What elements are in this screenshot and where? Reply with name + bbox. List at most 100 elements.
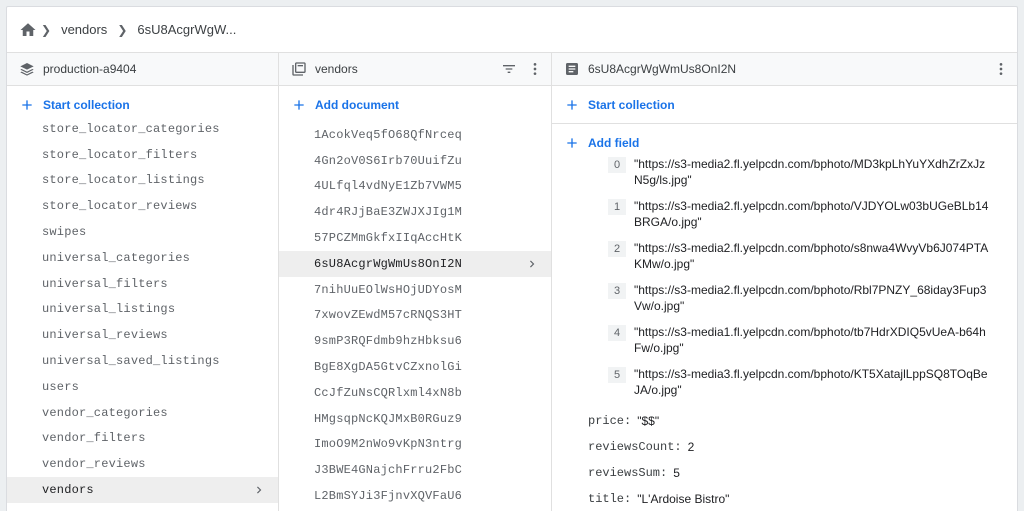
document-item[interactable]: L2BmSYJi3FjnvXQVFaU6 xyxy=(279,483,551,509)
item-label: 6sU8AcgrWgWmUs8OnI2N xyxy=(314,256,463,271)
more-vert-icon[interactable] xyxy=(991,59,1011,79)
scalar-fields: price: "$$" reviewsCount: 2 reviewsSum: 5 titl… xyxy=(588,408,1005,511)
collection-item[interactable]: universal_filters xyxy=(7,271,278,297)
home-icon[interactable] xyxy=(19,21,37,39)
document-item[interactable]: 4dr4RJjBaE3ZWJXJIg1M xyxy=(279,199,551,225)
array-item[interactable]: 0 "https://s3-media2.fl.yelpcdn.com/bphot… xyxy=(608,156,1005,188)
collection-item[interactable]: universal_categories xyxy=(7,245,278,271)
more-vert-icon[interactable] xyxy=(525,59,545,79)
item-label: J3BWE4GNajchFrru2FbC xyxy=(314,463,463,478)
document-item[interactable]: CcJfZuNsCQRlxml4xN8b xyxy=(279,380,551,406)
start-subcollection-button[interactable]: Start collection xyxy=(552,86,1017,124)
document-item[interactable]: 7nihUuEOlWsHOjUDYosM xyxy=(279,277,551,303)
field-key: reviewsSum: xyxy=(588,466,668,480)
document-header: 6sU8AcgrWgWmUs8OnI2N xyxy=(552,53,1017,86)
collection-item[interactable]: store_locator_listings xyxy=(7,168,278,194)
collection-item[interactable]: universal_saved_listings xyxy=(7,348,278,374)
item-label: 4ULfql4vdNyE1Zb7VWM5 xyxy=(314,179,463,194)
item-label: users xyxy=(42,379,80,394)
collection-item[interactable]: users xyxy=(7,374,278,400)
item-label: 7xwovZEwdM57cRNQS3HT xyxy=(314,308,463,323)
item-label: 7nihUuEOlWsHOjUDYosM xyxy=(314,282,463,297)
collection-item[interactable]: vendor_categories xyxy=(7,400,278,426)
add-document-button[interactable]: Add document xyxy=(279,86,551,124)
chevron-right-icon xyxy=(525,257,539,271)
array-value: "https://s3-media2.fl.yelpcdn.com/bphoto… xyxy=(634,241,989,271)
array-index: 5 xyxy=(608,367,626,383)
start-collection-label: Start collection xyxy=(43,98,130,112)
field-row[interactable]: price: "$$" xyxy=(588,408,1005,434)
add-document-label: Add document xyxy=(315,98,399,112)
root-header: production-a9404 xyxy=(7,53,278,86)
field-value: "$$" xyxy=(637,414,660,428)
field-row[interactable]: reviewsCount: 2 xyxy=(588,434,1005,460)
collection-header: vendors xyxy=(279,53,551,86)
plus-icon xyxy=(294,100,304,110)
add-field-label: Add field xyxy=(588,136,640,150)
document-item[interactable]: 7xwovZEwdM57cRNQS3HT xyxy=(279,303,551,329)
document-item[interactable]: HMgsqpNcKQJMxB0RGuz9 xyxy=(279,406,551,432)
document-item[interactable]: BgE8XgDA5GtvCZxnolGi xyxy=(279,354,551,380)
field-value: 2 xyxy=(687,440,695,454)
item-label: vendor_filters xyxy=(42,431,146,446)
array-index: 0 xyxy=(608,157,626,173)
filter-icon[interactable] xyxy=(499,59,519,79)
plus-icon xyxy=(567,99,577,110)
collection-item[interactable]: swipes xyxy=(7,219,278,245)
field-value: "L'Ardoise Bistro" xyxy=(637,492,730,506)
collection-item[interactable]: vendor_filters xyxy=(7,426,278,452)
document-column: 6sU8AcgrWgWmUs8OnI2N Start collection Ad… xyxy=(552,53,1017,511)
item-label: 4dr4RJjBaE3ZWJXJIg1M xyxy=(314,205,463,220)
collection-item[interactable]: universal_reviews xyxy=(7,322,278,348)
collection-list: store_locator_categories store_locator_fi… xyxy=(7,116,278,503)
plus-icon xyxy=(567,138,577,148)
array-item[interactable]: 4 "https://s3-media1.fl.yelpcdn.com/bphot… xyxy=(608,324,1005,356)
array-value: "https://s3-media1.fl.yelpcdn.com/bphoto… xyxy=(634,325,986,355)
field-row[interactable]: reviewsSum: 5 xyxy=(588,460,1005,486)
collection-item[interactable]: store_locator_reviews xyxy=(7,193,278,219)
breadcrumb: ❯ vendors ❯ 6sU8AcgrWgW... xyxy=(7,7,1017,53)
collection-item[interactable]: store_locator_categories xyxy=(7,116,278,142)
array-item[interactable]: 5 "https://s3-media3.fl.yelpcdn.com/bphot… xyxy=(608,366,1005,398)
breadcrumb-document[interactable]: 6sU8AcgrWgW... xyxy=(137,22,236,37)
collection-column: vendors Add document 1AcokVeq5fO68QfNrce… xyxy=(279,53,552,511)
field-list: 0 "https://s3-media2.fl.yelpcdn.com/bphot… xyxy=(552,156,1017,511)
array-item[interactable]: 3 "https://s3-media2.fl.yelpcdn.com/bphot… xyxy=(608,282,1005,314)
chevron-right-icon: ❯ xyxy=(117,22,128,37)
item-label: store_locator_listings xyxy=(42,173,205,188)
breadcrumb-vendors[interactable]: vendors xyxy=(61,22,107,37)
field-key: title: xyxy=(588,492,632,506)
collection-item[interactable]: vendor_reviews xyxy=(7,451,278,477)
item-label: universal_filters xyxy=(42,276,168,291)
document-item[interactable]: ImoO9M2nWo9vKpN3ntrg xyxy=(279,432,551,458)
stack-icon xyxy=(19,61,35,77)
document-list: 1AcokVeq5fO68QfNrceq 4Gn2oV0S6Irb70UuifZu… xyxy=(279,122,551,509)
field-key: reviewsCount: xyxy=(588,440,682,454)
item-label: store_locator_categories xyxy=(42,121,220,136)
collection-item[interactable]: vendors xyxy=(7,477,278,503)
item-label: store_locator_filters xyxy=(42,147,198,162)
document-item[interactable]: 9smP3RQFdmb9hzHbksu6 xyxy=(279,328,551,354)
document-item[interactable]: J3BWE4GNajchFrru2FbC xyxy=(279,457,551,483)
item-label: universal_categories xyxy=(42,250,191,265)
document-icon xyxy=(564,61,580,77)
item-label: store_locator_reviews xyxy=(42,199,198,214)
array-item[interactable]: 1 "https://s3-media2.fl.yelpcdn.com/bphot… xyxy=(608,198,1005,230)
item-label: universal_saved_listings xyxy=(42,354,220,369)
array-item[interactable]: 2 "https://s3-media2.fl.yelpcdn.com/bphot… xyxy=(608,240,1005,272)
document-item[interactable]: 57PCZMmGkfxIIqAccHtK xyxy=(279,225,551,251)
collection-item[interactable]: universal_listings xyxy=(7,297,278,323)
collection-item[interactable]: store_locator_filters xyxy=(7,142,278,168)
document-item[interactable]: 4ULfql4vdNyE1Zb7VWM5 xyxy=(279,174,551,200)
document-item[interactable]: 1AcokVeq5fO68QfNrceq xyxy=(279,122,551,148)
item-label: 1AcokVeq5fO68QfNrceq xyxy=(314,127,463,142)
chevron-right-icon: ❯ xyxy=(41,22,52,37)
document-item[interactable]: 6sU8AcgrWgWmUs8OnI2N xyxy=(279,250,551,277)
item-label: swipes xyxy=(42,225,87,240)
field-row[interactable]: title: "L'Ardoise Bistro" xyxy=(588,486,1005,511)
array-index: 2 xyxy=(608,241,626,257)
document-item[interactable]: 4Gn2oV0S6Irb70UuifZu xyxy=(279,148,551,174)
item-label: L2BmSYJi3FjnvXQVFaU6 xyxy=(314,489,463,504)
collection-title: vendors xyxy=(315,62,358,76)
plus-icon xyxy=(22,100,32,110)
